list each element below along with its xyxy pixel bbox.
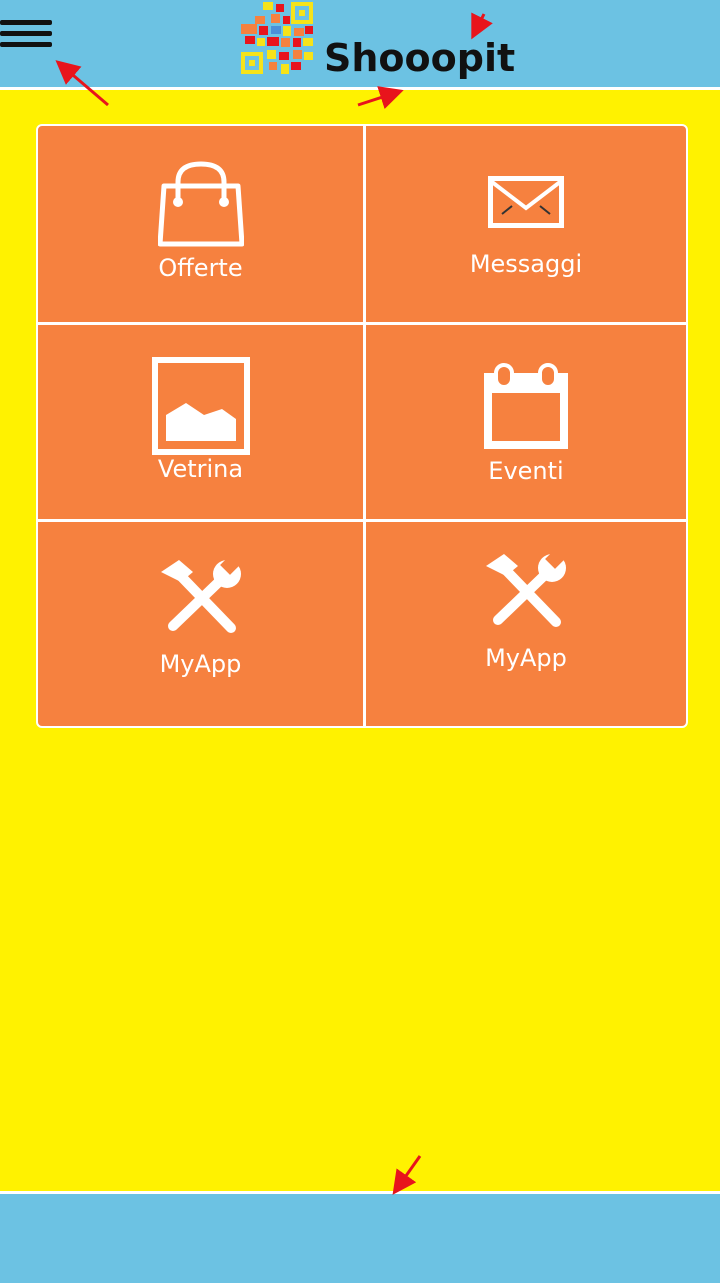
tile-label: Vetrina xyxy=(157,455,244,483)
tile-myapp[interactable]: MyApp xyxy=(38,522,363,726)
tile-vetrina[interactable]: Vetrina xyxy=(38,325,363,519)
calendar-icon xyxy=(484,363,568,449)
tile-label: Offerte xyxy=(158,254,243,282)
envelope-icon xyxy=(488,176,564,228)
tools-icon xyxy=(486,552,566,627)
picture-icon xyxy=(151,357,250,455)
annotation-arrow xyxy=(392,1155,422,1195)
menu-grid: Offerte Messaggi Vetrina Eventi MyApp My… xyxy=(36,124,688,728)
tile-label: MyApp xyxy=(485,644,567,672)
tile-label: Eventi xyxy=(488,457,564,485)
hamburger-menu-icon xyxy=(0,20,52,25)
tile-label: Messaggi xyxy=(469,250,583,278)
shopping-bag-icon xyxy=(157,161,244,247)
annotation-arrow xyxy=(357,86,404,109)
tile-messaggi[interactable]: Messaggi xyxy=(366,126,686,322)
menu-button[interactable] xyxy=(0,20,54,56)
tile-eventi[interactable]: Eventi xyxy=(366,325,686,519)
tools-icon xyxy=(160,558,241,633)
tile-myapp[interactable]: MyApp xyxy=(366,522,686,726)
app-title: Shooopit xyxy=(324,36,516,80)
top-app-bar: Shooopit xyxy=(0,0,720,90)
bottom-bar xyxy=(0,1191,720,1283)
tile-label: MyApp xyxy=(159,650,242,678)
qr-code-logo-icon xyxy=(241,2,313,74)
tile-offerte[interactable]: Offerte xyxy=(38,126,363,322)
